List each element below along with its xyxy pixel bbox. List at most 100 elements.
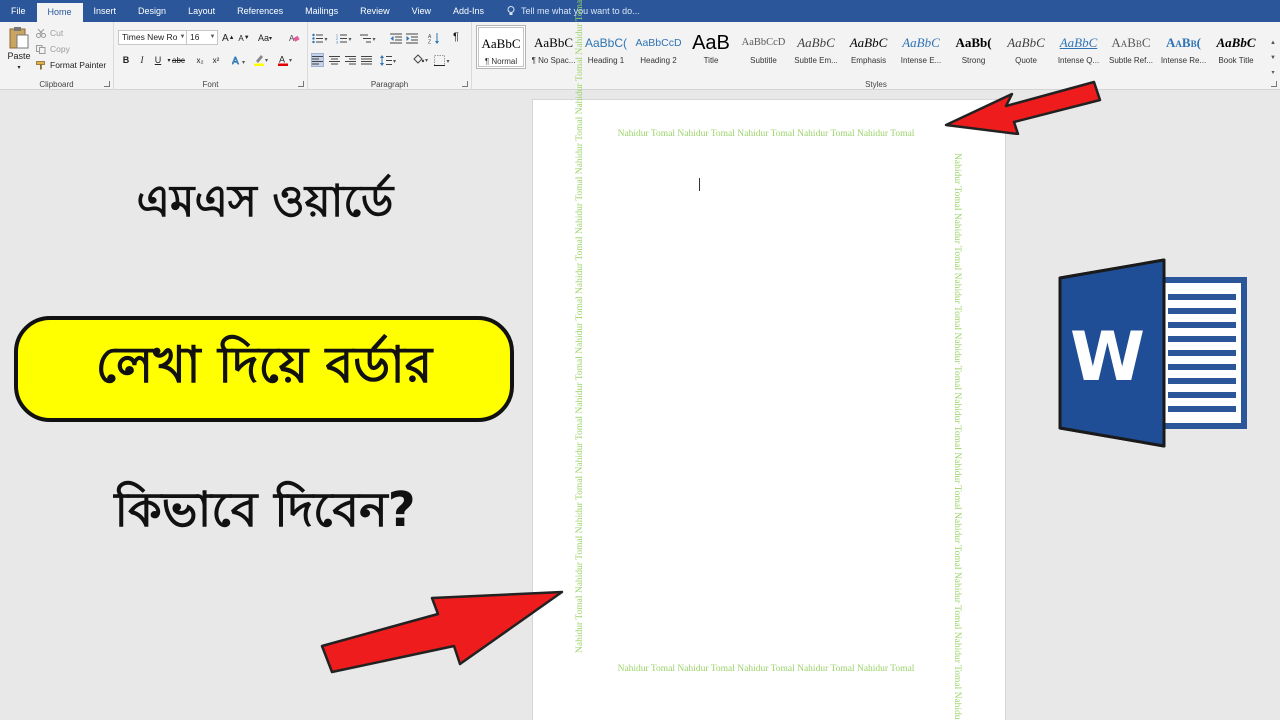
copy-button[interactable]: Copy — [36, 44, 70, 54]
cut-button[interactable]: Cut — [36, 28, 63, 38]
page-border-text-right: Nahidur Tomal Nahidur Tomal Nahidur Toma… — [952, 153, 962, 720]
font-size-combo[interactable]: 16 ▼ — [186, 30, 218, 45]
clear-formatting-button[interactable]: A — [288, 31, 300, 45]
paste-label: Paste — [7, 51, 31, 61]
bullet-list-icon: ▾ — [312, 33, 328, 43]
shading-button[interactable]: ▾ — [412, 53, 430, 67]
chevron-down-icon[interactable]: ▼ — [208, 31, 217, 44]
ribbon-tab-bar: File Home Insert Design Layout Reference… — [0, 0, 1280, 22]
multilevel-list-icon: ▾ — [360, 34, 376, 43]
subscript-button[interactable]: x₂ — [194, 53, 206, 67]
cut-label: Cut — [50, 28, 64, 38]
highlight-color-button[interactable]: ▾ — [254, 53, 270, 67]
style-preview: AaBbC — [797, 35, 835, 50]
italic-button[interactable]: I — [136, 53, 148, 67]
lightbulb-icon — [507, 6, 515, 15]
style-item[interactable]: AaBbC ¶ No Spac... — [529, 25, 579, 69]
gallery-more-icon[interactable]: ▾ — [1268, 66, 1278, 81]
tab-mailings[interactable]: Mailings — [294, 0, 349, 22]
bold-button[interactable]: B — [120, 53, 132, 67]
grow-font-button[interactable]: A ▲ — [222, 31, 235, 45]
paste-button[interactable]: Paste ▾ — [6, 26, 32, 74]
text-effects-button[interactable]: A ▾ — [232, 53, 248, 67]
style-name: Book Title — [1218, 56, 1254, 65]
style-item[interactable]: AaB Title — [686, 25, 736, 69]
paragraph-dialog-launcher[interactable] — [462, 81, 468, 87]
tab-home[interactable]: Home — [36, 3, 83, 22]
style-name: Intense Re... — [1160, 56, 1207, 65]
style-item[interactable]: AaBbC(Heading 1 — [581, 25, 631, 69]
font-dialog-launcher[interactable] — [298, 81, 304, 87]
style-preview: AaBbCcD — [635, 37, 682, 49]
style-item[interactable]: AaBbCcD Subtitle — [739, 25, 789, 69]
multilevel-list-button[interactable]: ▾ — [360, 31, 378, 45]
increase-indent-button[interactable] — [406, 31, 418, 45]
style-name: Subtle Ref... — [1108, 56, 1154, 65]
numbering-button[interactable]: 1 2 3 ▾ — [336, 31, 354, 45]
tab-add-ins[interactable]: Add-Ins — [442, 0, 495, 22]
tab-layout[interactable]: Layout — [177, 0, 226, 22]
style-item[interactable]: AaBbC Intense E... — [896, 25, 946, 69]
align-center-button[interactable] — [328, 53, 340, 67]
style-item[interactable]: AaBbCcD Heading 2 — [634, 25, 684, 69]
tab-review[interactable]: Review — [349, 0, 401, 22]
justify-button[interactable] — [360, 53, 372, 67]
sort-button[interactable]: AZ — [428, 31, 440, 45]
svg-text:▾: ▾ — [289, 58, 292, 64]
font-color-button[interactable]: A ▾ — [278, 53, 294, 67]
style-item[interactable]: AaBbC Subtle Ref... — [1106, 25, 1156, 69]
font-size-value: 16 — [190, 32, 200, 42]
clipboard-dialog-launcher[interactable] — [104, 81, 110, 87]
style-preview: AaBbC — [849, 35, 888, 50]
document-page[interactable]: Nahidur Tomal Nahidur Tomal Nahidur Toma… — [532, 0, 1006, 720]
tab-references[interactable]: References — [226, 0, 294, 22]
tab-view[interactable]: View — [401, 0, 442, 22]
increase-indent-icon — [406, 33, 418, 43]
superscript-button[interactable]: x² — [210, 53, 222, 67]
tell-me-box[interactable]: Tell me what you want to do... — [495, 6, 640, 16]
style-item[interactable]: AaBbC Intense Q... — [1054, 25, 1104, 69]
show-formatting-marks-button[interactable]: ¶ — [450, 30, 462, 44]
change-case-button[interactable]: Aa ▾ — [258, 31, 272, 45]
clipboard-paste-icon — [9, 27, 29, 49]
borders-icon: ▾ — [434, 54, 450, 66]
svg-text:▾: ▾ — [373, 37, 376, 43]
svg-text:▾: ▾ — [325, 37, 328, 43]
gallery-up-icon[interactable]: ▲ — [1268, 36, 1278, 51]
line-spacing-icon: ▾ — [380, 54, 396, 66]
font-group: Times New Ro ▼ 16 ▼ A ▲ A ▼ Aa ▾ A B I U ▾ … — [114, 22, 308, 90]
style-item[interactable]: AaBbC Book Title — [1211, 25, 1261, 69]
line-spacing-button[interactable]: ▾ — [380, 53, 398, 67]
style-name: Subtitle — [750, 56, 777, 65]
decrease-indent-button[interactable] — [390, 31, 402, 45]
align-left-button[interactable] — [311, 53, 324, 67]
overlay-highlight-pill: লেখা দিয়ে বর্ডার — [14, 316, 514, 422]
style-name: Quote — [1015, 56, 1037, 65]
svg-text:▾: ▾ — [393, 59, 396, 65]
style-item[interactable]: AaBb(Intense Re... — [1159, 25, 1209, 69]
style-item[interactable]: AaBbC Emphasis — [844, 25, 894, 69]
align-right-button[interactable] — [344, 53, 356, 67]
bullets-button[interactable]: ▾ — [312, 31, 330, 45]
tab-insert[interactable]: Insert — [83, 0, 128, 22]
style-name: Heading 2 — [640, 56, 677, 65]
gallery-down-icon[interactable]: ▼ — [1268, 51, 1278, 66]
tab-design[interactable]: Design — [127, 0, 177, 22]
borders-button[interactable]: ▾ — [434, 53, 452, 67]
style-item[interactable]: AaBbC Subtle Em... — [791, 25, 841, 69]
word-logo-letter: W — [1070, 318, 1145, 397]
format-painter-button[interactable]: Format Painter — [36, 60, 106, 70]
font-name-value: Times New Ro — [122, 32, 178, 42]
paste-dropdown-icon[interactable]: ▾ — [17, 65, 20, 71]
font-name-combo[interactable]: Times New Ro ▼ — [118, 30, 188, 45]
strikethrough-button[interactable]: abc — [172, 53, 185, 67]
tab-file[interactable]: File — [0, 0, 37, 22]
svg-text:▾: ▾ — [242, 60, 245, 66]
style-item[interactable]: AaBbC ¶ Normal — [476, 25, 526, 69]
overlay-title-line-3: কিভাবে দিবেন? — [114, 482, 416, 538]
style-name: Intense E... — [900, 56, 942, 65]
style-item[interactable]: AaBb(Strong — [949, 25, 999, 69]
style-item[interactable]: AaBbC Quote — [1001, 25, 1051, 69]
shrink-font-button[interactable]: A ▼ — [238, 31, 250, 45]
style-preview: AaBbC — [902, 35, 940, 50]
